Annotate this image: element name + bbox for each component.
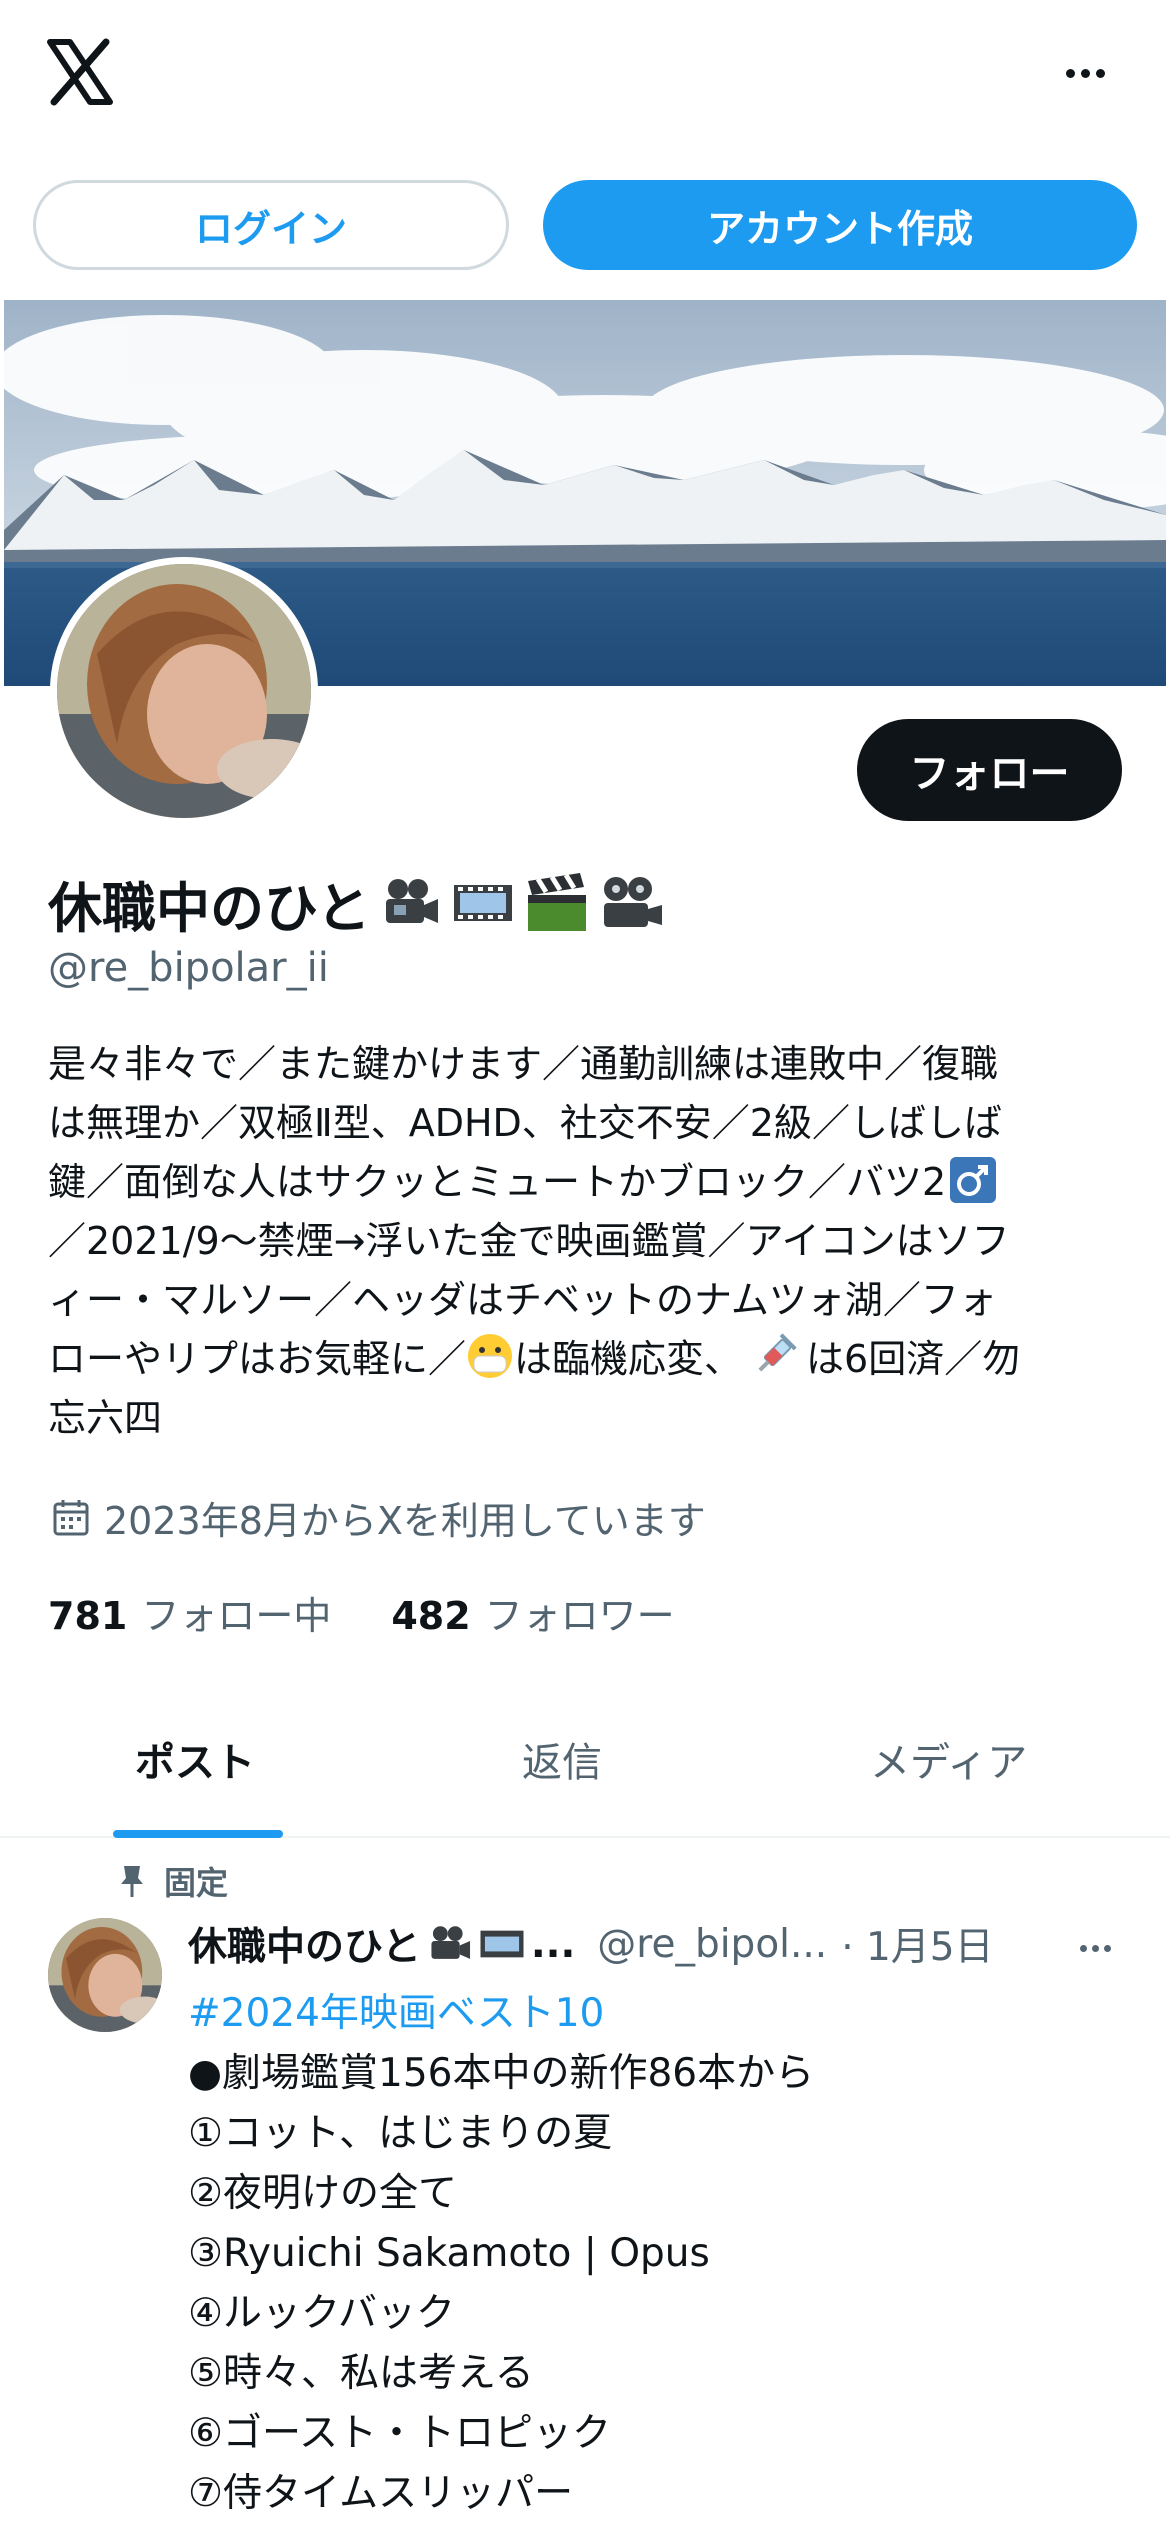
post-line: ②夜明けの全て [188,2171,457,2216]
post-author-name[interactable]: 休職中のひと [188,1916,421,1972]
clapper-board-icon [528,873,587,931]
joined-text: 2023年8月からXを利用しています [104,1499,706,1543]
bio-line: は無理か／双極Ⅱ型、ADHD、社交不安／2級／しばしば [48,1101,1002,1145]
followers-count[interactable]: 482 [391,1594,470,1638]
post-line: ③Ryuichi Sakamoto | Opus [188,2231,710,2276]
following-count[interactable]: 781 [48,1594,127,1638]
bio-line: 是々非々で／また鍵かけます／通勤訓練は連敗中／復職 [48,1042,999,1086]
bio-line: ／2021/9〜禁煙→浮いた金で映画鑑賞／アイコンはソフ [48,1219,1010,1263]
post-hashtag[interactable]: #2024年映画ベスト10 [188,1984,1138,2044]
more-horizontal-icon[interactable] [1055,48,1115,98]
login-button[interactable]: ログイン [33,180,509,270]
post-author-avatar[interactable] [48,1918,162,2032]
joined-date: 2023年8月からXを利用しています [52,1490,706,1545]
face-with-mask-icon [468,1334,513,1378]
tab-replies[interactable]: 返信 [522,1730,602,1788]
display-name-text: 休職中のひと [48,876,371,940]
post-text: #2024年映画ベスト10 ●劇場鑑賞156本中の新作86本から ①コット、はじ… [188,1984,1138,2524]
pin-icon [121,1866,143,1897]
follow-stats: 781 フォロー中 482 フォロワー [48,1585,675,1640]
male-sign-icon [950,1157,997,1203]
post-date[interactable]: · 1月5日 [841,1916,993,1972]
profile-handle: @re_bipolar_ii [48,945,329,991]
profile-tabs: ポスト 返信 メディア [0,1700,1170,1838]
post-more-icon[interactable] [1070,1928,1120,1968]
profile-bio: 是々非々で／また鍵かけます／通勤訓練は連敗中／復職 は無理か／双極Ⅱ型、ADHD… [48,1035,1128,1448]
movie-camera-icon [386,879,439,923]
movie-camera-icon [431,1926,470,1959]
film-projector-icon [604,877,663,927]
follow-button[interactable]: フォロー [857,719,1122,821]
x-logo-icon[interactable] [44,36,116,108]
pinned-indicator: 固定 [120,1858,228,1904]
bio-line: 鍵／面倒な人はサクッとミュートかブロック／バツ2 [48,1153,1128,1212]
post-line: ④ルックバック [188,2291,456,2336]
following-label[interactable]: フォロー中 [141,1585,331,1640]
post-line: ⑥ゴースト・トロピック [188,2411,612,2456]
pinned-label: 固定 [164,1864,229,1902]
syringe-icon [758,1333,797,1372]
post-line: ●劇場鑑賞156本中の新作86本から [188,2051,815,2096]
post-line: ⑤時々、私は考える [188,2351,534,2396]
post-header: 休職中のひと ... @re_bipol... · 1月5日 [188,1914,1128,1974]
active-tab-indicator [113,1830,283,1838]
tab-posts[interactable]: ポスト [135,1730,255,1788]
profile-avatar[interactable] [50,557,318,825]
profile-display-name: 休職中のひと [48,864,666,942]
post-author-handle[interactable]: @re_bipol... [597,1922,827,1967]
post-line: ①コット、はじまりの夏 [188,2111,613,2156]
post-author-name-ellipsis: ... [530,1921,576,1967]
post-line: ⑦侍タイムスリッパー [188,2471,574,2516]
calendar-icon [53,1499,89,1535]
film-frames-icon [480,1930,524,1958]
bio-line: ローやリプはお気軽に／ は臨機応変、 は6回済／勿 [48,1330,1128,1389]
bio-line: ィー・マルソー／ヘッダはチベットのナムツォ湖／フォ [48,1278,997,1322]
followers-label[interactable]: フォロワー [485,1585,675,1640]
top-bar [0,0,1170,160]
film-frames-icon [454,885,513,921]
bio-line: 忘六四 [48,1396,163,1440]
tab-media[interactable]: メディア [870,1730,1027,1788]
create-account-button[interactable]: アカウント作成 [543,180,1137,270]
